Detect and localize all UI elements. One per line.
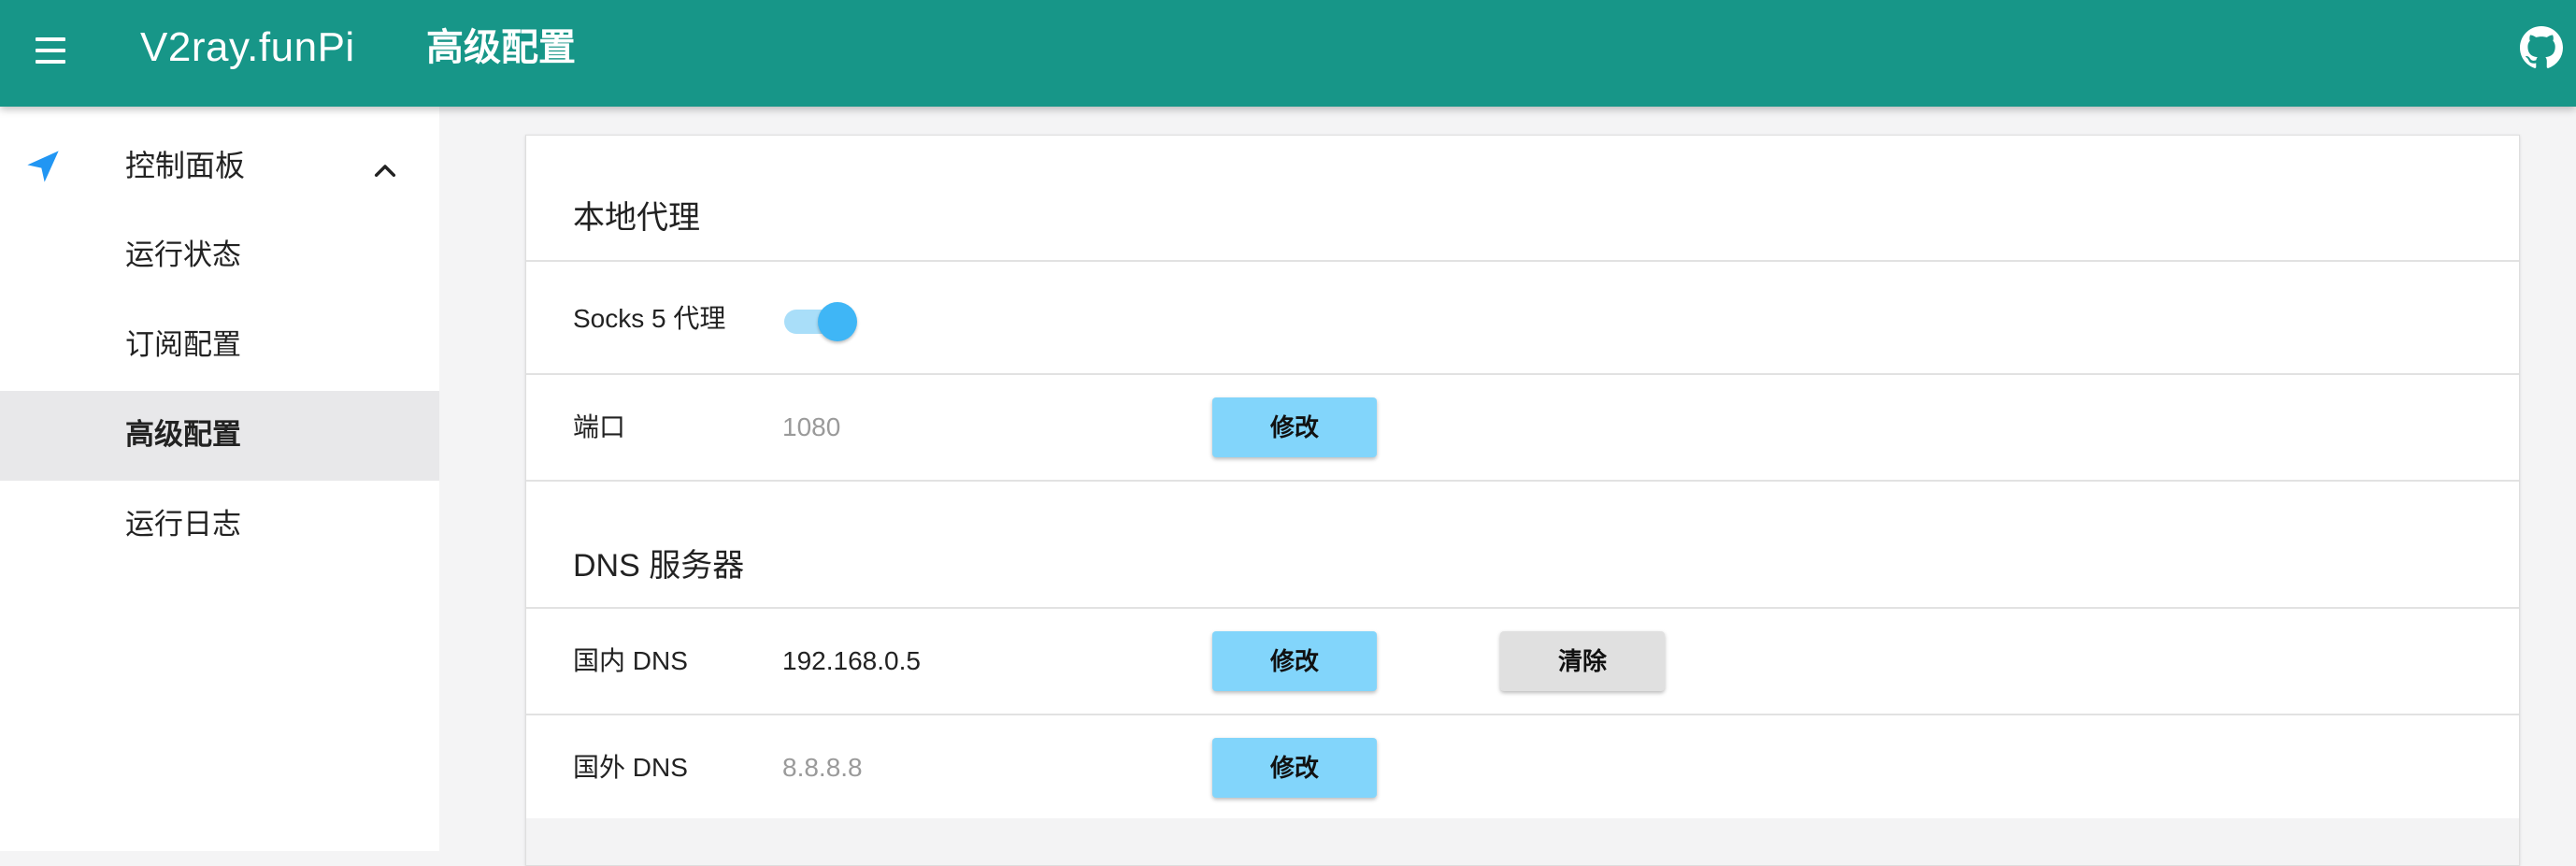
dns-title: DNS 服务器 xyxy=(573,548,745,584)
menu-icon[interactable] xyxy=(32,32,69,73)
foreign-dns-label: 国外 DNS xyxy=(573,753,688,782)
sidebar-item-status[interactable]: 运行状态 xyxy=(0,211,439,301)
local-proxy-title: 本地代理 xyxy=(573,200,700,236)
sidebar-group-label: 控制面板 xyxy=(125,149,246,182)
socks-proxy-toggle[interactable] xyxy=(782,302,861,341)
app-title[interactable]: V2ray.funPi xyxy=(140,21,355,75)
port-label: 端口 xyxy=(573,412,626,441)
sidebar-item-label: 运行日志 xyxy=(125,508,241,541)
divider xyxy=(526,714,2519,715)
domestic-dns-label: 国内 DNS xyxy=(573,646,688,675)
socks-proxy-label: Socks 5 代理 xyxy=(573,304,726,333)
sidebar-group-control-panel[interactable]: 控制面板 xyxy=(0,107,439,198)
toggle-knob xyxy=(818,302,857,341)
divider xyxy=(526,260,2519,262)
send-icon xyxy=(27,151,59,182)
foreign-dns-value: 8.8.8.8 xyxy=(782,753,863,782)
port-value: 1080 xyxy=(782,412,841,441)
edit-port-button[interactable]: 修改 xyxy=(1212,397,1377,457)
edit-domestic-dns-button[interactable]: 修改 xyxy=(1212,631,1377,691)
divider xyxy=(526,373,2519,375)
clear-domestic-dns-button[interactable]: 清除 xyxy=(1500,631,1665,691)
sidebar: 控制面板 运行状态 订阅配置 高级配置 运行日志 xyxy=(0,107,439,851)
chevron-up-icon[interactable] xyxy=(370,155,400,185)
sidebar-item-subscription[interactable]: 订阅配置 xyxy=(0,301,439,391)
github-icon[interactable] xyxy=(2520,26,2563,69)
app-bar: V2ray.funPi 高级配置 xyxy=(0,0,2576,107)
card-footer-area xyxy=(526,818,2519,865)
sidebar-item-label: 订阅配置 xyxy=(125,328,241,361)
page-title: 高级配置 xyxy=(426,27,576,68)
domestic-dns-value: 192.168.0.5 xyxy=(782,646,921,675)
divider xyxy=(526,480,2519,482)
divider xyxy=(526,607,2519,609)
edit-foreign-dns-button[interactable]: 修改 xyxy=(1212,738,1377,798)
sidebar-item-advanced[interactable]: 高级配置 xyxy=(0,391,439,481)
sidebar-item-label: 运行状态 xyxy=(125,238,241,271)
sidebar-item-label: 高级配置 xyxy=(125,418,241,451)
settings-card: 本地代理 Socks 5 代理 端口 1080 修改 DNS 服务器 国内 DN… xyxy=(525,135,2520,866)
sidebar-item-logs[interactable]: 运行日志 xyxy=(0,481,439,570)
